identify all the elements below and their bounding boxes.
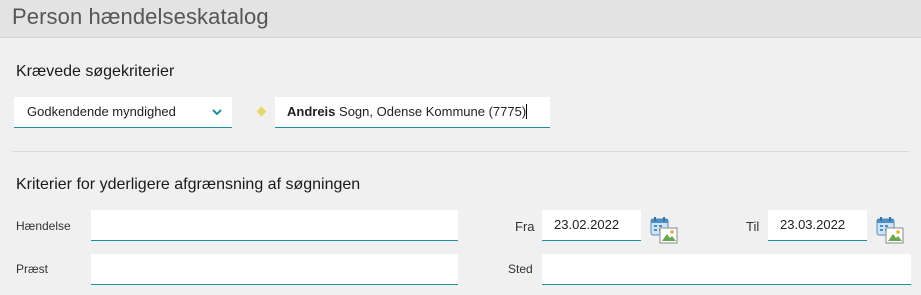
calendar-icon[interactable] bbox=[650, 216, 678, 244]
priest-label: Præst bbox=[16, 262, 49, 276]
additional-criteria-heading: Kriterier for yderligere afgrænsning af … bbox=[16, 176, 361, 193]
calendar-icon[interactable] bbox=[876, 216, 904, 244]
required-marker-icon bbox=[256, 106, 267, 117]
page-title: Person hændelseskatalog bbox=[12, 4, 269, 29]
from-date-label: Fra bbox=[515, 219, 535, 234]
required-criteria-heading: Krævede søgekriterier bbox=[16, 63, 175, 80]
from-date-input[interactable]: 23.02.2022 bbox=[542, 210, 641, 241]
title-bar: Person hændelseskatalog bbox=[0, 0, 921, 38]
authority-typed-text: Andreis bbox=[287, 104, 336, 119]
place-label: Sted bbox=[508, 262, 533, 276]
event-input[interactable] bbox=[91, 210, 458, 241]
authority-type-value: Godkendende myndighed bbox=[27, 104, 176, 119]
section-divider bbox=[12, 151, 909, 152]
to-date-input[interactable]: 23.03.2022 bbox=[768, 210, 867, 241]
authority-search-input[interactable]: Andreis Sogn, Odense Kommune (7775) bbox=[275, 97, 550, 128]
authority-suggestion-text: Sogn, Odense Kommune (7775) bbox=[335, 104, 527, 119]
event-label: Hændelse bbox=[16, 219, 71, 233]
chevron-down-icon bbox=[212, 109, 222, 116]
place-input[interactable] bbox=[542, 254, 911, 285]
text-caret bbox=[526, 104, 528, 119]
priest-input[interactable] bbox=[91, 254, 458, 285]
authority-type-select[interactable]: Godkendende myndighed bbox=[14, 97, 232, 128]
to-date-label: Til bbox=[746, 219, 760, 234]
